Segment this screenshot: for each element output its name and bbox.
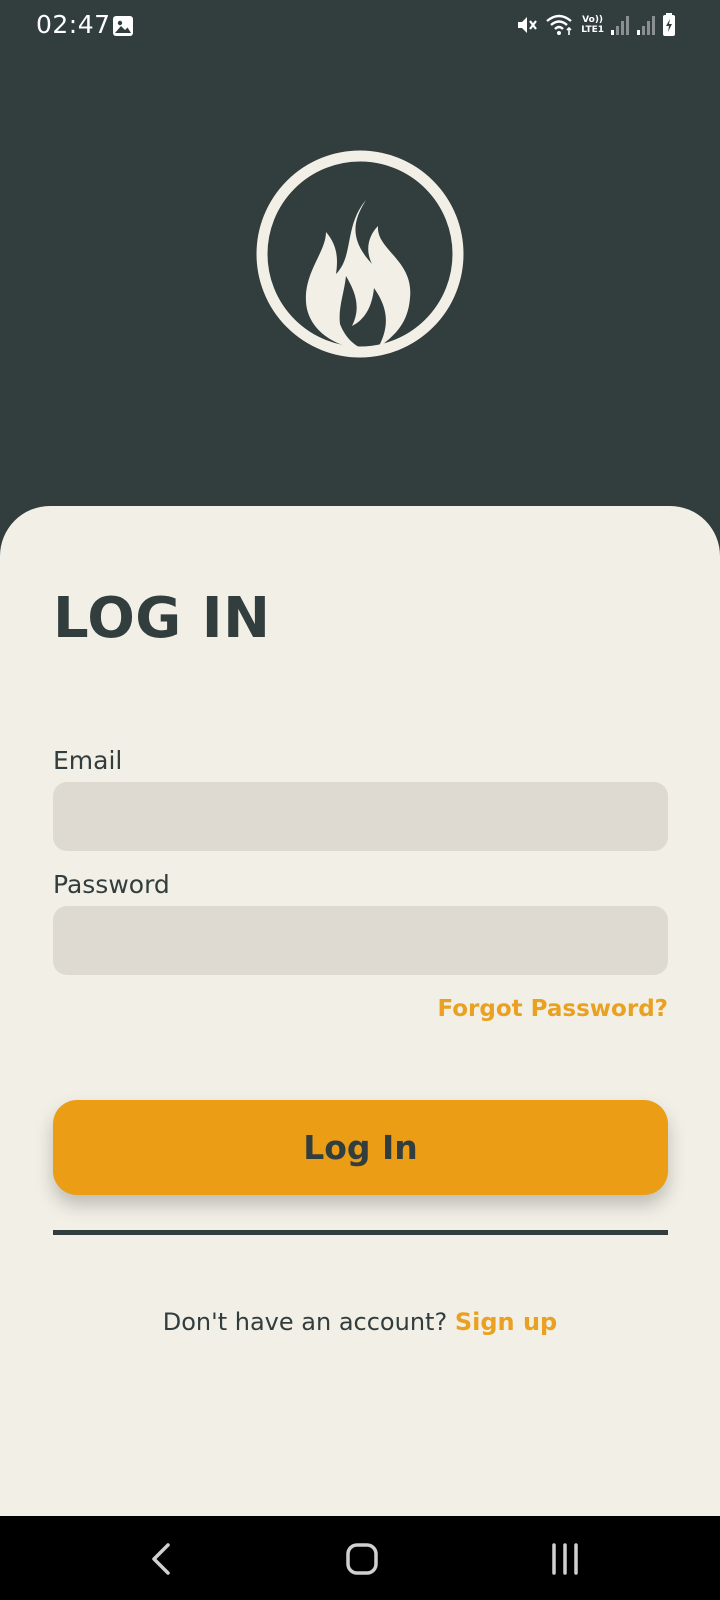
- signal-icon: [637, 16, 655, 35]
- mute-icon: [518, 17, 538, 33]
- navigation-bar: [0, 1516, 720, 1600]
- password-label: Password: [53, 870, 170, 899]
- home-icon[interactable]: [346, 1543, 378, 1575]
- battery-charging-icon: [663, 13, 675, 36]
- signup-prompt: Don't have an account?: [162, 1308, 448, 1336]
- email-label: Email: [53, 746, 123, 775]
- status-time: 02:47: [36, 10, 111, 39]
- email-field[interactable]: [53, 782, 668, 851]
- page-title: LOG IN: [53, 586, 271, 651]
- login-card: LOG IN Email Password Forgot Password? L…: [0, 506, 720, 1516]
- password-field[interactable]: [53, 906, 668, 975]
- wifi-icon: [546, 14, 572, 35]
- volte-top-label: Vo)): [582, 15, 604, 25]
- signup-link[interactable]: Sign up: [455, 1308, 557, 1336]
- volte-icon: Vo)) LTE1: [581, 15, 604, 35]
- flame-icon: [256, 150, 464, 358]
- status-icons: Vo)) LTE1: [515, 13, 676, 37]
- back-icon[interactable]: [150, 1543, 172, 1575]
- signal-icon: [611, 16, 629, 35]
- gallery-icon: [113, 16, 133, 36]
- forgot-password-link[interactable]: Forgot Password?: [437, 996, 668, 1022]
- divider: [53, 1230, 668, 1235]
- volte-bottom-label: LTE1: [581, 25, 604, 35]
- recents-icon[interactable]: [550, 1543, 580, 1575]
- login-button[interactable]: Log In: [53, 1100, 668, 1195]
- signup-row: Don't have an account? Sign up: [0, 1308, 720, 1336]
- brand-header: [0, 52, 720, 506]
- status-bar: 02:47 Vo)) LTE1: [0, 0, 720, 52]
